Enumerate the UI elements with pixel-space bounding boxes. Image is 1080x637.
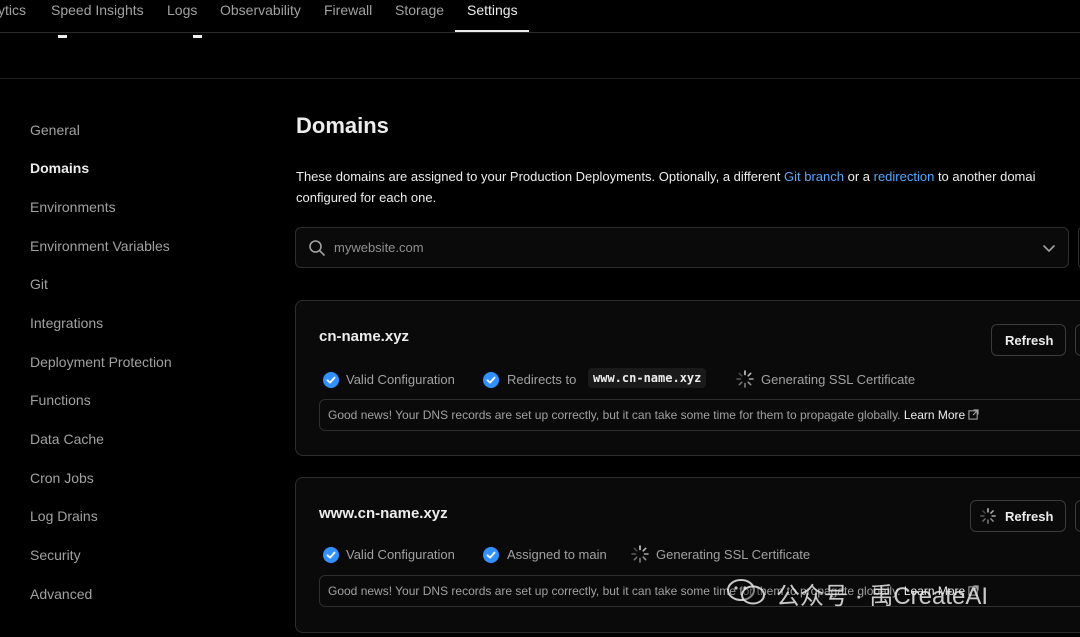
app-root: ytics Speed Insights Logs Observability … [0, 0, 1080, 637]
sidebar-item-security[interactable]: Security [30, 547, 81, 563]
notice-text: Good news! Your DNS records are set up c… [328, 408, 901, 422]
status-valid-configuration: Valid Configuration [346, 372, 455, 387]
tab-settings[interactable]: Settings [467, 2, 518, 18]
sidebar-item-integrations[interactable]: Integrations [30, 315, 103, 331]
dns-notice: Good news! Your DNS records are set up c… [319, 399, 1080, 431]
check-circle-icon [323, 372, 339, 388]
description-text: or a [844, 169, 874, 184]
sidebar-item-advanced[interactable]: Advanced [30, 586, 92, 602]
description-text: configured for each one. [296, 190, 437, 205]
redirection-link[interactable]: redirection [874, 169, 935, 184]
sidebar-item-log-drains[interactable]: Log Drains [30, 508, 98, 524]
spinner-icon [631, 545, 649, 563]
refresh-button[interactable]: Refresh [991, 324, 1066, 356]
wechat-icon [727, 579, 765, 605]
tab-analytics[interactable]: ytics [0, 2, 26, 18]
refresh-button[interactable]: Refresh [970, 500, 1066, 532]
sidebar-item-git[interactable]: Git [30, 276, 48, 292]
sidebar-item-deployment-protection[interactable]: Deployment Protection [30, 354, 172, 370]
external-link-icon [968, 409, 979, 420]
tab-firewall[interactable]: Firewall [324, 2, 372, 18]
check-circle-icon [323, 547, 339, 563]
tab-logs[interactable]: Logs [167, 2, 197, 18]
sidebar-item-general[interactable]: General [30, 122, 80, 138]
page-title: Domains [296, 113, 389, 138]
redirect-target: www.cn-name.xyz [588, 368, 707, 388]
search-value: mywebsite.com [334, 240, 424, 255]
status-redirects-to: Redirects to [507, 372, 577, 387]
domain-name: www.cn-name.xyz [319, 505, 448, 522]
chevron-down-icon[interactable] [1042, 241, 1056, 255]
description-text: These domains are assigned to your Produ… [296, 169, 785, 184]
domains-description: These domains are assigned to your Produ… [296, 166, 1080, 208]
git-branch-link[interactable]: Git branch [784, 169, 844, 184]
spinner-icon [980, 508, 996, 524]
check-circle-icon [483, 547, 499, 563]
header-divider [0, 78, 1080, 79]
description-text: to another domai [934, 169, 1036, 184]
refresh-label: Refresh [1005, 509, 1054, 524]
domain-card: cn-name.xyz Refresh Valid Configuration … [295, 300, 1080, 456]
sidebar-item-environment-variables[interactable]: Environment Variables [30, 238, 170, 254]
domain-search-input[interactable]: mywebsite.com [295, 227, 1069, 268]
tab-speed-insights[interactable]: Speed Insights [51, 2, 144, 18]
sidebar-item-data-cache[interactable]: Data Cache [30, 431, 104, 447]
spinner-icon [736, 370, 754, 388]
status-valid-configuration: Valid Configuration [346, 547, 455, 562]
search-icon [309, 240, 325, 256]
sidebar-item-domains[interactable]: Domains [30, 160, 89, 176]
check-circle-icon [483, 372, 499, 388]
refresh-label: Refresh [1005, 333, 1054, 348]
tab-storage[interactable]: Storage [395, 2, 444, 18]
domain-name: cn-name.xyz [319, 328, 410, 345]
status-generating-ssl: Generating SSL Certificate [656, 547, 811, 562]
sidebar-item-cron-jobs[interactable]: Cron Jobs [30, 470, 94, 486]
status-generating-ssl: Generating SSL Certificate [761, 372, 916, 387]
edit-button-edge[interactable] [1075, 500, 1080, 532]
tab-observability[interactable]: Observability [220, 2, 301, 18]
edit-button-edge[interactable] [1075, 324, 1080, 356]
sidebar-item-functions[interactable]: Functions [30, 392, 91, 408]
watermark-text: 公众号 · 禹CreateAI [776, 583, 989, 610]
status-assigned-to-main: Assigned to main [507, 547, 607, 562]
active-tab-indicator [455, 30, 529, 32]
learn-more-link[interactable]: Learn More [904, 408, 965, 422]
sidebar-item-environments[interactable]: Environments [30, 199, 116, 215]
page-heading-clipped [20, 28, 230, 38]
